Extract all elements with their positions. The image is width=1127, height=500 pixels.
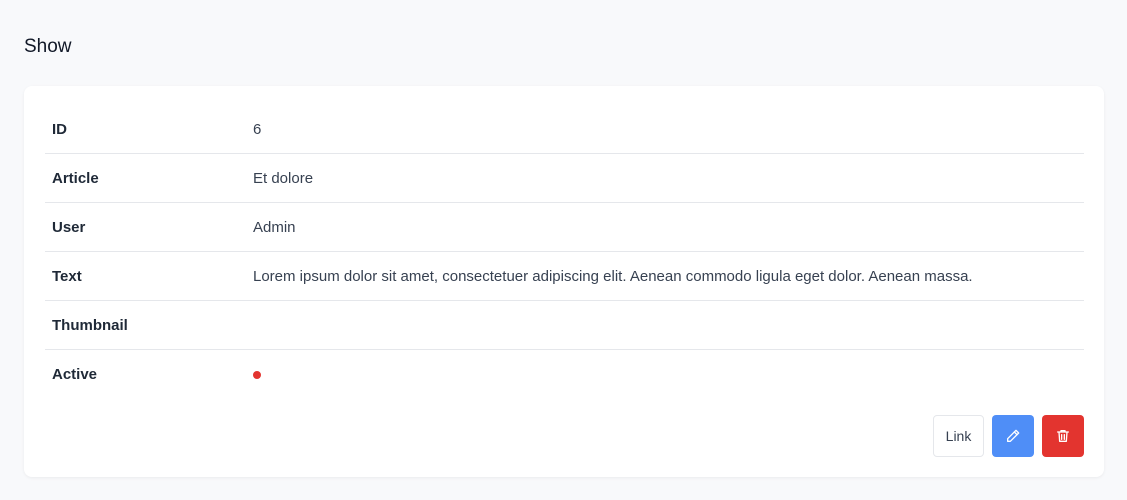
detail-row-article: Article Et dolore xyxy=(45,154,1084,203)
field-label: ID xyxy=(52,120,67,138)
field-value: Admin xyxy=(253,218,296,236)
field-value xyxy=(253,366,261,383)
field-label: Thumbnail xyxy=(52,316,128,334)
field-label: User xyxy=(52,218,86,236)
edit-button[interactable] xyxy=(992,415,1034,457)
detail-row-text: Text Lorem ipsum dolor sit amet, consect… xyxy=(45,252,1084,301)
detail-card: ID 6 Article Et dolore User Admin Text L… xyxy=(24,86,1104,477)
delete-button[interactable] xyxy=(1042,415,1084,457)
detail-row-active: Active xyxy=(45,350,1084,399)
pencil-icon xyxy=(1005,428,1021,444)
trash-icon xyxy=(1055,428,1071,444)
detail-row-thumbnail: Thumbnail xyxy=(45,301,1084,350)
action-bar: Link xyxy=(933,415,1084,457)
field-value: Lorem ipsum dolor sit amet, consectetuer… xyxy=(253,267,973,285)
field-value: Et dolore xyxy=(253,169,314,187)
detail-row-user: User Admin xyxy=(45,203,1084,252)
field-label: Text xyxy=(52,267,82,285)
field-value: 6 xyxy=(253,120,262,138)
detail-row-id: ID 6 xyxy=(45,105,1084,154)
field-label: Article xyxy=(52,169,99,187)
link-button[interactable]: Link xyxy=(933,415,984,457)
field-label: Active xyxy=(52,366,98,383)
page-title: Show xyxy=(24,36,72,57)
inactive-status-dot xyxy=(253,371,261,379)
detail-list: ID 6 Article Et dolore User Admin Text L… xyxy=(45,105,1084,399)
